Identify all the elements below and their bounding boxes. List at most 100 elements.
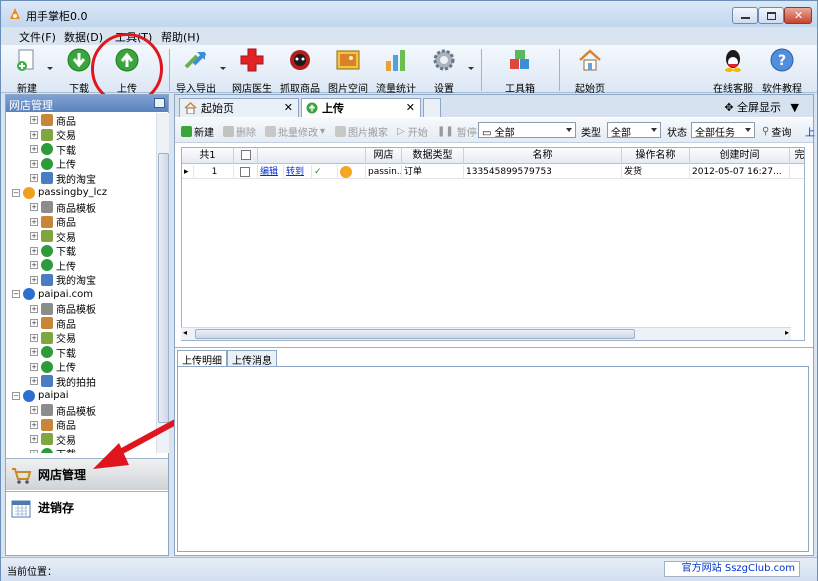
row-checkbox[interactable]	[234, 165, 258, 179]
toolbar-grab-products-button[interactable]: 抓取商品	[278, 47, 322, 95]
toolbar-toolbox-button[interactable]: 工具箱	[501, 47, 539, 95]
filter-select[interactable]: ▭ 全部	[478, 122, 576, 139]
expand-icon[interactable]: +	[30, 348, 38, 356]
toolbar-start-page-button[interactable]: 起始页	[571, 47, 609, 95]
tree-scrollbar[interactable]	[156, 113, 169, 453]
new-dropdown-arrow[interactable]	[47, 67, 53, 70]
col-created-time[interactable]: 创建时间	[690, 148, 790, 164]
type-select[interactable]: 全部	[607, 122, 661, 139]
tab-upload[interactable]: 上传 ✕	[301, 98, 421, 117]
menu-data[interactable]: 数据(D)	[64, 29, 103, 45]
tree-item[interactable]: + 我的淘宝	[30, 273, 96, 287]
tree-item[interactable]: + 商品	[30, 113, 76, 128]
collapse-icon[interactable]: −	[12, 290, 20, 298]
tree-item[interactable]: + 下载	[30, 345, 76, 360]
expand-icon[interactable]: +	[30, 246, 38, 255]
expand-icon[interactable]: +	[30, 333, 38, 342]
toolbar-online-support-button[interactable]: 在线客服	[712, 47, 754, 95]
move-images-button[interactable]: 图片搬家	[335, 124, 388, 139]
tree-item[interactable]: + 上传	[30, 360, 76, 374]
close-tab-icon[interactable]: ✕	[284, 101, 293, 114]
expand-icon[interactable]: +	[30, 319, 38, 327]
expand-icon[interactable]: +	[30, 116, 38, 124]
search-button[interactable]: ⚲ 查询	[762, 124, 791, 139]
tree-item[interactable]: + 商品模板	[30, 302, 96, 316]
tree-item[interactable]: + 商品	[30, 215, 76, 229]
expand-icon[interactable]: +	[30, 145, 38, 153]
expand-icon[interactable]: +	[30, 449, 38, 453]
close-tab-icon[interactable]: ✕	[406, 101, 415, 114]
expand-icon[interactable]: +	[30, 275, 38, 284]
tree-item[interactable]: + 交易	[30, 432, 76, 447]
tab-upload-messages[interactable]: 上传消息	[227, 350, 277, 367]
expand-icon[interactable]: +	[30, 130, 38, 139]
tree-item[interactable]: + 商品模板	[30, 403, 96, 418]
tree-item[interactable]: + 下载	[30, 142, 76, 157]
settings-dropdown-arrow[interactable]	[468, 67, 474, 70]
tree-item[interactable]: + 我的淘宝	[30, 171, 96, 186]
toolbar-import-export-button[interactable]: 导入导出	[174, 47, 218, 95]
select-all-checkbox[interactable]	[234, 148, 258, 164]
tree-item[interactable]: + 上传	[30, 157, 76, 171]
collapse-icon[interactable]: −	[12, 188, 20, 197]
nav-inventory[interactable]: 进销存	[6, 491, 168, 523]
fullscreen-button[interactable]: ✥ 全屏显示 ▼	[724, 99, 799, 115]
pause-button[interactable]: ❚❚ 暂停	[437, 124, 477, 139]
tab-start-page[interactable]: 起始页 ✕	[179, 98, 299, 117]
expand-icon[interactable]: +	[30, 174, 38, 182]
chevron-down-icon[interactable]: ▼	[791, 101, 799, 114]
tree-item[interactable]: + 上传	[30, 258, 76, 273]
collapse-icon[interactable]: −	[12, 391, 20, 400]
toolbar-picture-space-button[interactable]: 图片空间	[326, 47, 370, 95]
toolbar-traffic-stats-button[interactable]: 流量统计	[374, 47, 418, 95]
table-hscrollbar[interactable]: ◂ ▸	[181, 327, 791, 340]
edit-link[interactable]: 编辑	[258, 165, 284, 179]
tree-item[interactable]: + 下载	[30, 447, 76, 453]
col-shop[interactable]: 网店	[366, 148, 402, 164]
state-select[interactable]: 全部任务	[691, 122, 755, 139]
toolbar-settings-button[interactable]: 设置	[425, 47, 463, 95]
tab-new[interactable]	[423, 98, 441, 117]
goto-link[interactable]: 转到	[284, 165, 312, 179]
menu-help[interactable]: 帮助(H)	[161, 29, 200, 45]
batch-edit-button[interactable]: 批量修改 ▾	[265, 124, 325, 139]
tree-item[interactable]: − paipai.com	[12, 287, 93, 301]
expand-icon[interactable]: +	[30, 406, 38, 414]
expand-icon[interactable]: +	[30, 435, 38, 443]
expand-icon[interactable]: +	[30, 362, 38, 371]
maximize-button[interactable]	[758, 7, 784, 24]
expand-icon[interactable]: +	[30, 203, 38, 211]
delete-button[interactable]: 删除	[223, 124, 256, 139]
minimize-button[interactable]	[732, 7, 758, 24]
toolbar-new-button[interactable]: 新建	[11, 47, 43, 95]
toolbar-shop-doctor-button[interactable]: 网店医生	[230, 47, 274, 95]
tree-item[interactable]: − passingby_lcz	[12, 186, 107, 200]
import-export-dropdown-arrow[interactable]	[220, 67, 226, 70]
scroll-right-icon[interactable]: ▸	[785, 328, 789, 337]
tree-item[interactable]: + 交易	[30, 331, 76, 345]
tree-item[interactable]: + 下载	[30, 244, 76, 258]
menu-file[interactable]: 文件(F)	[19, 29, 56, 45]
scroll-left-icon[interactable]: ◂	[183, 328, 187, 337]
start-button[interactable]: ▷ 开始	[397, 124, 428, 139]
tree-item[interactable]: + 交易	[30, 128, 76, 142]
close-button[interactable]: ✕	[784, 7, 812, 24]
new-task-button[interactable]: 新建	[181, 124, 214, 139]
expand-icon[interactable]: +	[30, 261, 38, 269]
expand-icon[interactable]: +	[30, 420, 38, 429]
tree-item[interactable]: + 商品模板	[30, 200, 96, 215]
expand-icon[interactable]: +	[30, 217, 38, 226]
overflow-link[interactable]: 上	[805, 124, 815, 139]
col-name[interactable]: 名称	[464, 148, 622, 164]
tree-item[interactable]: + 交易	[30, 229, 76, 244]
tree-item[interactable]: + 商品	[30, 316, 76, 331]
col-operation[interactable]: 操作名称	[622, 148, 690, 164]
tree-item[interactable]: − paipai	[12, 389, 69, 403]
table-hscrollbar-thumb[interactable]	[195, 329, 635, 339]
expand-icon[interactable]: +	[30, 304, 38, 313]
toolbar-tutorial-button[interactable]: ? 软件教程	[761, 47, 803, 95]
tab-upload-detail[interactable]: 上传明细	[177, 350, 227, 367]
table-row[interactable]: ▸ 1 编辑 转到 ✓ passin... 订单 133545899579753…	[182, 165, 804, 179]
tree-scrollbar-thumb[interactable]	[158, 153, 169, 423]
pin-icon[interactable]	[154, 98, 165, 108]
